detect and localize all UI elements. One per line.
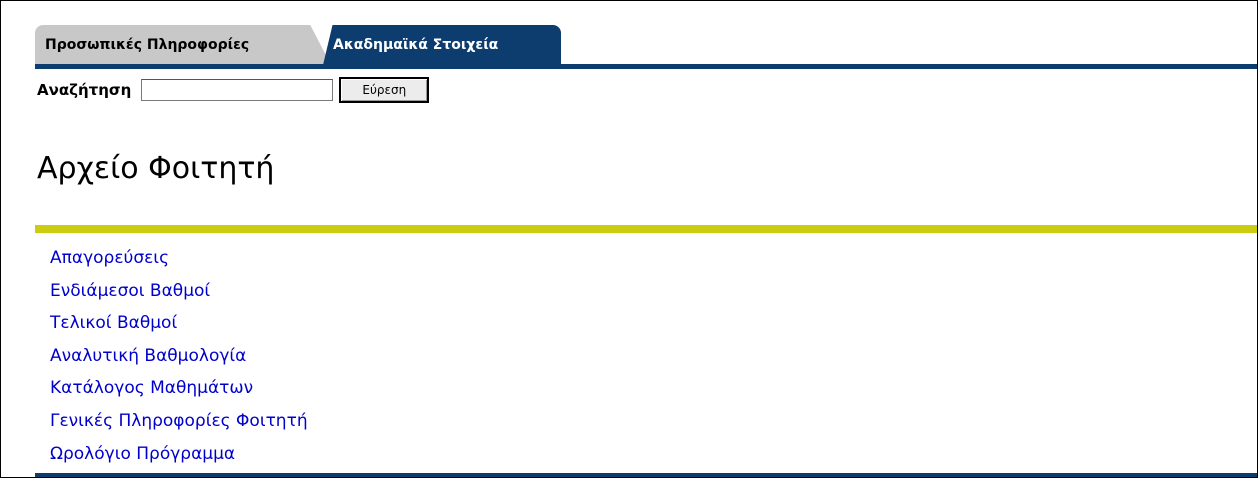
search-input[interactable] [141,79,334,101]
list-item: Ενδιάμεσοι Βαθμοί [50,277,308,310]
tab-underline [35,64,1257,69]
list-item: Κατάλογος Μαθημάτων [50,374,308,407]
page-frame: Προσωπικές Πληροφορίες Ακαδημαϊκά Στοιχε… [0,0,1258,478]
tab-academic-info[interactable]: Ακαδημαϊκά Στοιχεία [323,25,561,65]
link-course-catalog[interactable]: Κατάλογος Μαθημάτων [50,378,253,398]
search-label: Αναζήτηση [37,81,132,99]
link-list: Απαγορεύσεις Ενδιάμεσοι Βαθμοί Τελικοί Β… [50,244,308,472]
link-timetable[interactable]: Ωρολόγιο Πρόγραμμα [50,444,235,464]
link-detailed-grades[interactable]: Αναλυτική Βαθμολογία [50,346,246,366]
link-general-student-info[interactable]: Γενικές Πληροφορίες Φοιτητή [50,411,308,431]
list-item: Αναλυτική Βαθμολογία [50,342,308,375]
list-item: Απαγορεύσεις [50,244,308,277]
tab-academic-info-label: Ακαδημαϊκά Στοιχεία [333,37,499,53]
list-item: Γενικές Πληροφορίες Φοιτητή [50,407,308,440]
page-title: Αρχείο Φοιτητή [37,151,275,186]
tab-personal-info-label: Προσωπικές Πληροφορίες [45,37,250,53]
tab-personal-info[interactable]: Προσωπικές Πληροφορίες [35,25,331,65]
link-final-grades[interactable]: Τελικοί Βαθμοί [50,313,177,333]
link-restrictions[interactable]: Απαγορεύσεις [50,248,169,268]
search-button[interactable]: Εύρεση [339,77,430,103]
search-row: Αναζήτηση Εύρεση [37,77,430,103]
list-item: Ωρολόγιο Πρόγραμμα [50,440,308,473]
bottom-divider [35,473,1257,477]
link-midterm-grades[interactable]: Ενδιάμεσοι Βαθμοί [50,281,210,301]
title-divider [35,225,1257,233]
tab-bar: Προσωπικές Πληροφορίες Ακαδημαϊκά Στοιχε… [35,25,561,65]
list-item: Τελικοί Βαθμοί [50,309,308,342]
